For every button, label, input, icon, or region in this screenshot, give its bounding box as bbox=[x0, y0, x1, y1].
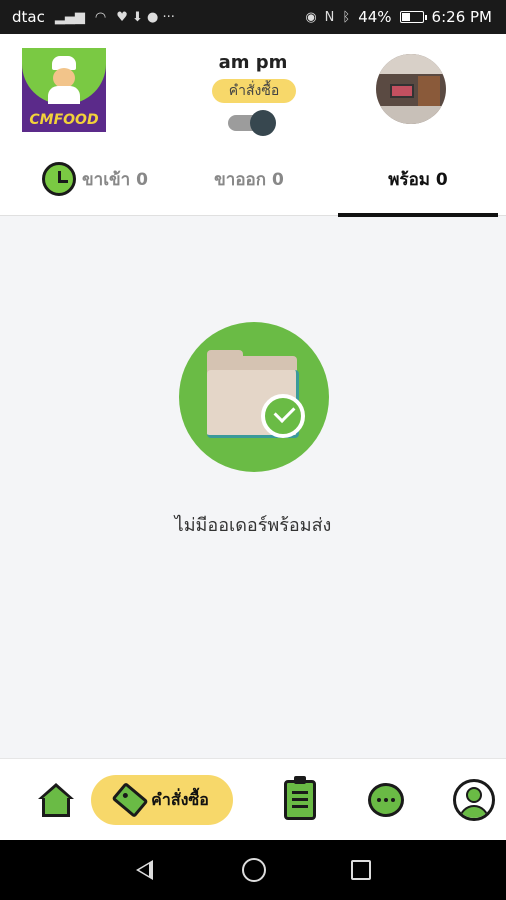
nav-orders-label: คำสั่งซื้อ bbox=[151, 789, 209, 809]
battery-icon bbox=[399, 11, 427, 23]
chat-bubble-icon bbox=[368, 783, 404, 817]
tab-incoming[interactable]: ขาเข้า 0 bbox=[20, 142, 170, 216]
shop-open-toggle[interactable] bbox=[228, 110, 278, 136]
order-tabs: ขาเข้า 0 ขาออก 0 พร้อม 0 bbox=[0, 142, 506, 217]
user-profile-icon bbox=[453, 779, 495, 821]
bluetooth-icon: ᛒ bbox=[342, 9, 351, 25]
shop-avatar[interactable] bbox=[376, 54, 446, 124]
battery-percent: 44% bbox=[358, 8, 392, 26]
order-mode-badge: คำสั่งซื้อ bbox=[212, 79, 296, 103]
nfc-icon: N bbox=[324, 9, 335, 25]
nav-home[interactable] bbox=[22, 759, 90, 841]
empty-state-message: ไม่มีออเดอร์พร้อมส่ง bbox=[174, 515, 332, 536]
home-icon bbox=[38, 783, 74, 817]
recent-apps-icon[interactable] bbox=[351, 860, 371, 880]
carrier-label: dtac bbox=[12, 8, 45, 26]
empty-folder-illustration bbox=[179, 322, 329, 472]
back-icon[interactable] bbox=[136, 860, 153, 880]
tab-outgoing[interactable]: ขาออก 0 bbox=[174, 142, 324, 216]
bottom-navigation: คำสั่งซื้อ bbox=[0, 758, 506, 840]
notification-icons: ♥ ⬇ ● ··· bbox=[116, 9, 175, 25]
wifi-icon: ◠ bbox=[94, 9, 107, 25]
tag-icon bbox=[111, 781, 149, 819]
clock-time: 6:26 PM bbox=[431, 8, 492, 26]
orders-pill: คำสั่งซื้อ bbox=[91, 775, 233, 825]
tab-ready[interactable]: พร้อม 0 bbox=[338, 142, 498, 217]
nav-profile[interactable] bbox=[440, 759, 506, 841]
tab-outgoing-label: ขาออก 0 bbox=[214, 169, 284, 190]
nav-orders[interactable]: คำสั่งซื้อ bbox=[91, 759, 233, 841]
active-tab-indicator bbox=[338, 213, 498, 217]
system-navigation-bar bbox=[0, 840, 506, 900]
checkmark-icon bbox=[261, 394, 305, 438]
clipboard-icon bbox=[284, 776, 316, 820]
eye-icon: ◉ bbox=[305, 9, 317, 25]
nav-chat[interactable] bbox=[352, 759, 420, 841]
home-circle-icon[interactable] bbox=[242, 858, 266, 882]
nav-menu[interactable] bbox=[266, 759, 334, 841]
signal-icon: ▂▄▆ bbox=[54, 9, 85, 25]
clock-icon bbox=[42, 162, 77, 196]
app-header: CMFOOD am pm คำสั่งซื้อ bbox=[0, 34, 506, 142]
tab-incoming-label: ขาเข้า 0 bbox=[82, 169, 148, 190]
status-bar: dtac ▂▄▆ ◠ ♥ ⬇ ● ··· ◉ N ᛒ 44% 6:26 PM bbox=[0, 0, 506, 34]
tab-ready-label: พร้อม 0 bbox=[388, 169, 448, 190]
logo-text: CMFOOD bbox=[29, 112, 99, 128]
